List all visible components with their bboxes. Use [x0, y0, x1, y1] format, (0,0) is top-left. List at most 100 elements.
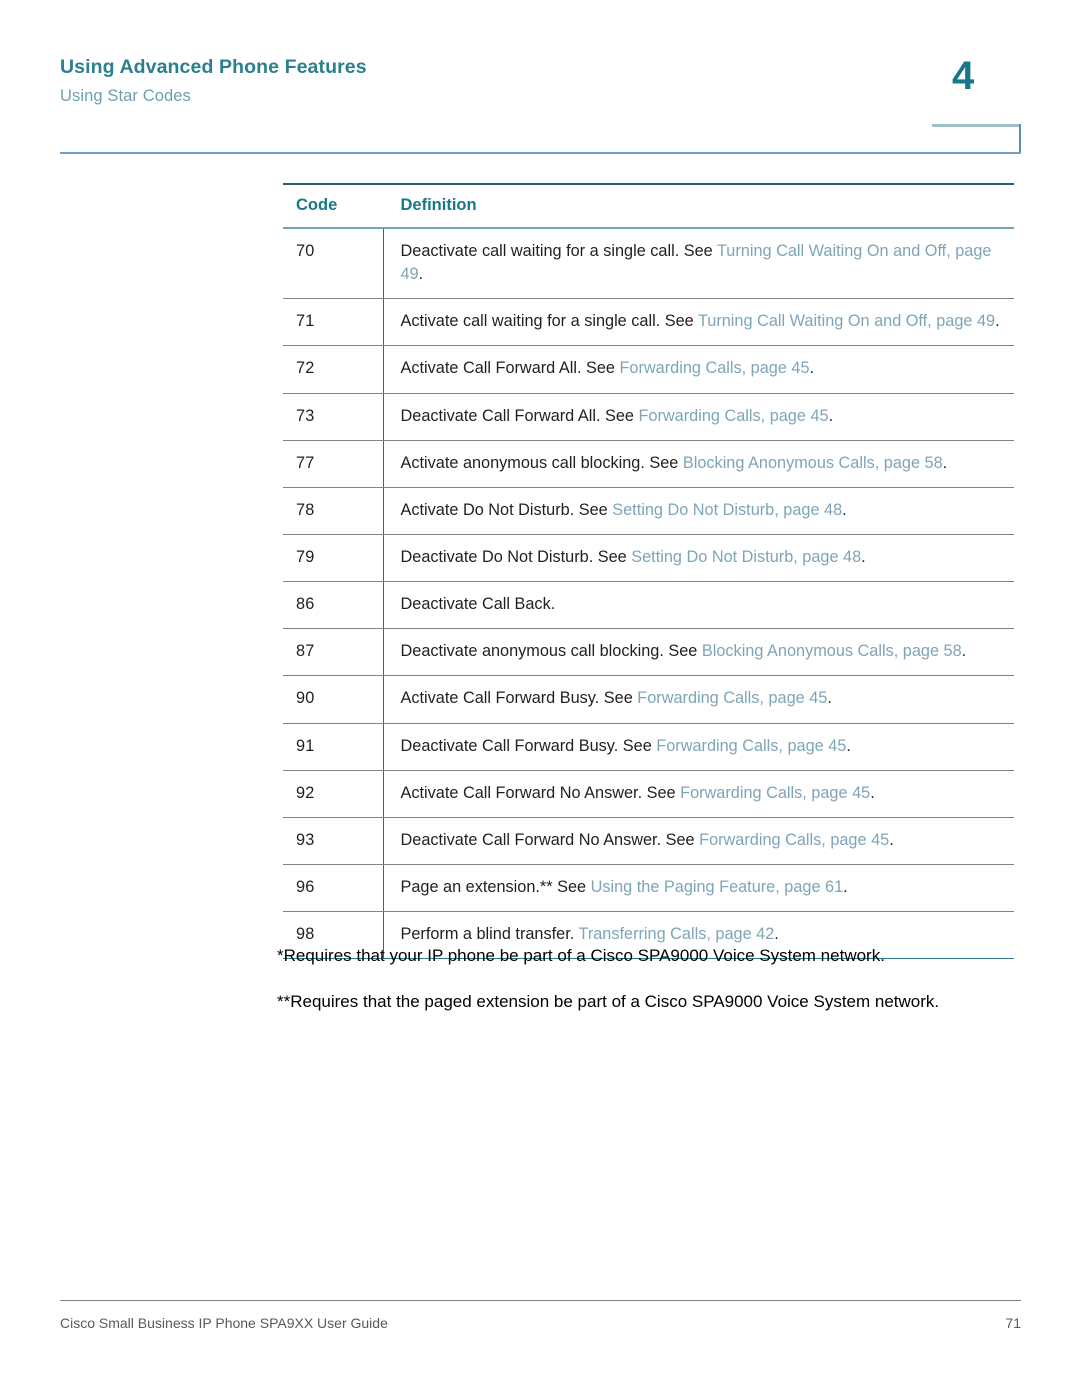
column-header-definition: Definition — [382, 183, 1014, 229]
column-header-code: Code — [283, 183, 383, 229]
definition-text: Deactivate Call Back. — [400, 595, 556, 614]
section-subtitle: Using Star Codes — [60, 87, 191, 105]
page-header: Using Advanced Phone Features Using Star… — [0, 0, 1080, 160]
cell-code: 70 — [283, 228, 383, 300]
table-row: 71 Activate call waiting for a single cal… — [283, 298, 1014, 347]
definition-text-tail: . — [889, 830, 894, 849]
table-row: 78 Activate Do Not Disturb. See Setting D… — [283, 487, 1014, 535]
definition-text: Deactivate call waiting for a single cal… — [400, 242, 717, 260]
definition-text: Deactivate Do Not Disturb. See — [400, 547, 632, 566]
cell-code: 90 — [283, 675, 383, 724]
cross-reference-link[interactable]: Forwarding Calls, page 45 — [639, 407, 829, 425]
footer-page-number: 71 — [1005, 1315, 1021, 1331]
cell-definition: Activate anonymous call blocking. See Bl… — [382, 440, 1014, 488]
table-header-row: Code Definition — [283, 183, 1014, 229]
document-page: Using Advanced Phone Features Using Star… — [0, 0, 1080, 1397]
cell-definition: Activate call waiting for a single call.… — [382, 298, 1014, 347]
cell-code: 87 — [283, 628, 383, 677]
cell-code: 93 — [283, 817, 383, 865]
header-vertical-rule — [1019, 124, 1021, 154]
cross-reference-link[interactable]: Forwarding Calls, page 45 — [619, 359, 809, 377]
table-body: 70 Deactivate call waiting for a single c… — [283, 228, 1014, 960]
definition-text-tail: . — [809, 359, 815, 378]
table-row: 79 Deactivate Do Not Disturb. See Setting… — [283, 534, 1014, 583]
footnote-single-asterisk: *Requires that your IP phone be part of … — [277, 946, 885, 965]
footer-divider-rule — [60, 1300, 1021, 1302]
cell-code: 71 — [283, 298, 383, 347]
definition-text-tail: . — [861, 547, 866, 566]
definition-text-tail: . — [870, 783, 875, 802]
cell-definition: Activate Call Forward All. See Forwardin… — [382, 345, 1014, 394]
cross-reference-link[interactable]: Forwarding Calls, page 45 — [637, 689, 827, 707]
definition-text: Activate Call Forward Busy. See — [400, 689, 638, 708]
cell-code: 91 — [283, 723, 383, 771]
cell-definition: Deactivate Call Forward Busy. See Forwar… — [382, 723, 1014, 771]
definition-text: Activate anonymous call blocking. See — [400, 453, 683, 472]
cell-definition: Deactivate call waiting for a single cal… — [382, 228, 1014, 300]
table-row: 70 Deactivate call waiting for a single c… — [283, 228, 1014, 300]
definition-text: Deactivate Call Forward No Answer. See — [400, 830, 700, 849]
table-row: 73 Deactivate Call Forward All. See Forwa… — [283, 393, 1014, 441]
cell-definition: Activate Call Forward No Answer. See For… — [382, 770, 1014, 818]
cell-definition: Deactivate Call Forward All. See Forward… — [382, 393, 1014, 441]
footnote-double-asterisk: **Requires that the paged extension be p… — [277, 992, 940, 1012]
table-row: 92 Activate Call Forward No Answer. See F… — [283, 770, 1014, 818]
definition-text: Page an extension.** See — [400, 877, 591, 896]
cross-reference-link[interactable]: Blocking Anonymous Calls, page 58 — [683, 454, 943, 472]
table-row: 93 Deactivate Call Forward No Answer. See… — [283, 817, 1014, 865]
cell-definition: Deactivate Call Back. — [382, 581, 1014, 630]
cross-reference-link[interactable]: Forwarding Calls, page 45 — [680, 784, 870, 802]
table-row: 87 Deactivate anonymous call blocking. Se… — [283, 628, 1014, 677]
definition-text: Activate Call Forward No Answer. See — [400, 783, 681, 802]
table-row: 91 Deactivate Call Forward Busy. See Forw… — [283, 723, 1014, 771]
cell-definition: Activate Call Forward Busy. See Forwardi… — [382, 675, 1014, 724]
definition-text-tail: . — [842, 500, 847, 519]
chapter-title: Using Advanced Phone Features — [60, 56, 367, 78]
table-row: 90 Activate Call Forward Busy. See Forwar… — [283, 675, 1014, 724]
cross-reference-link[interactable]: Setting Do Not Disturb, page 48 — [631, 548, 861, 566]
definition-text-tail: . — [774, 925, 779, 944]
definition-text-tail: . — [942, 453, 948, 472]
definition-text: Activate Do Not Disturb. See — [400, 500, 613, 519]
cross-reference-link[interactable]: Transferring Calls, page 42 — [578, 925, 774, 943]
table-header: Code Definition — [283, 183, 1014, 229]
cell-code: 77 — [283, 440, 383, 488]
definition-text-tail: . — [846, 736, 851, 755]
cross-reference-link[interactable]: Setting Do Not Disturb, page 48 — [612, 501, 842, 519]
definition-text: Activate Call Forward All. See — [400, 359, 620, 378]
cell-definition: Deactivate Do Not Disturb. See Setting D… — [382, 534, 1014, 583]
table-row: 96 Page an extension.** See Using the Pag… — [283, 864, 1014, 913]
cell-code: 92 — [283, 770, 383, 818]
cross-reference-link[interactable]: Using the Paging Feature, page 61 — [591, 878, 844, 896]
definition-text-tail: . — [418, 265, 424, 284]
cell-code: 72 — [283, 345, 383, 394]
definition-text: Perform a blind transfer. — [400, 925, 579, 944]
cross-reference-link[interactable]: Blocking Anonymous Calls, page 58 — [702, 642, 962, 660]
definition-text-tail: . — [827, 689, 832, 708]
cell-definition: Page an extension.** See Using the Pagin… — [382, 864, 1014, 913]
definition-text-tail: . — [843, 877, 848, 896]
cross-reference-link[interactable]: Turning Call Waiting On and Off, page 49 — [698, 312, 995, 330]
cell-definition: Deactivate anonymous call blocking. See … — [382, 628, 1014, 677]
definition-text: Deactivate anonymous call blocking. See — [400, 642, 702, 661]
header-divider-rule — [60, 152, 1021, 154]
cell-definition: Activate Do Not Disturb. See Setting Do … — [382, 487, 1014, 535]
cross-reference-link[interactable]: Forwarding Calls, page 45 — [656, 737, 846, 755]
definition-text: Deactivate Call Forward All. See — [400, 406, 639, 425]
cell-definition: Deactivate Call Forward No Answer. See F… — [382, 817, 1014, 865]
header-cap-rule — [932, 124, 1021, 127]
definition-text-tail: . — [828, 406, 834, 425]
definition-text: Deactivate Call Forward Busy. See — [400, 736, 657, 755]
chapter-number: 4 — [952, 54, 975, 98]
cell-code: 79 — [283, 534, 383, 583]
definition-text-tail: . — [961, 642, 967, 661]
table-row: 77 Activate anonymous call blocking. See … — [283, 440, 1014, 488]
definition-text: Activate call waiting for a single call.… — [400, 312, 698, 331]
star-codes-table: Code Definition 70 Deactivate call waitin… — [283, 183, 1014, 960]
cell-code: 86 — [283, 581, 383, 630]
table-row: 72 Activate Call Forward All. See Forward… — [283, 345, 1014, 394]
definition-text-tail: . — [995, 312, 1000, 331]
cell-code: 73 — [283, 393, 383, 441]
footnotes-block: *Requires that your IP phone be part of … — [277, 944, 1022, 1036]
cross-reference-link[interactable]: Forwarding Calls, page 45 — [699, 831, 889, 849]
